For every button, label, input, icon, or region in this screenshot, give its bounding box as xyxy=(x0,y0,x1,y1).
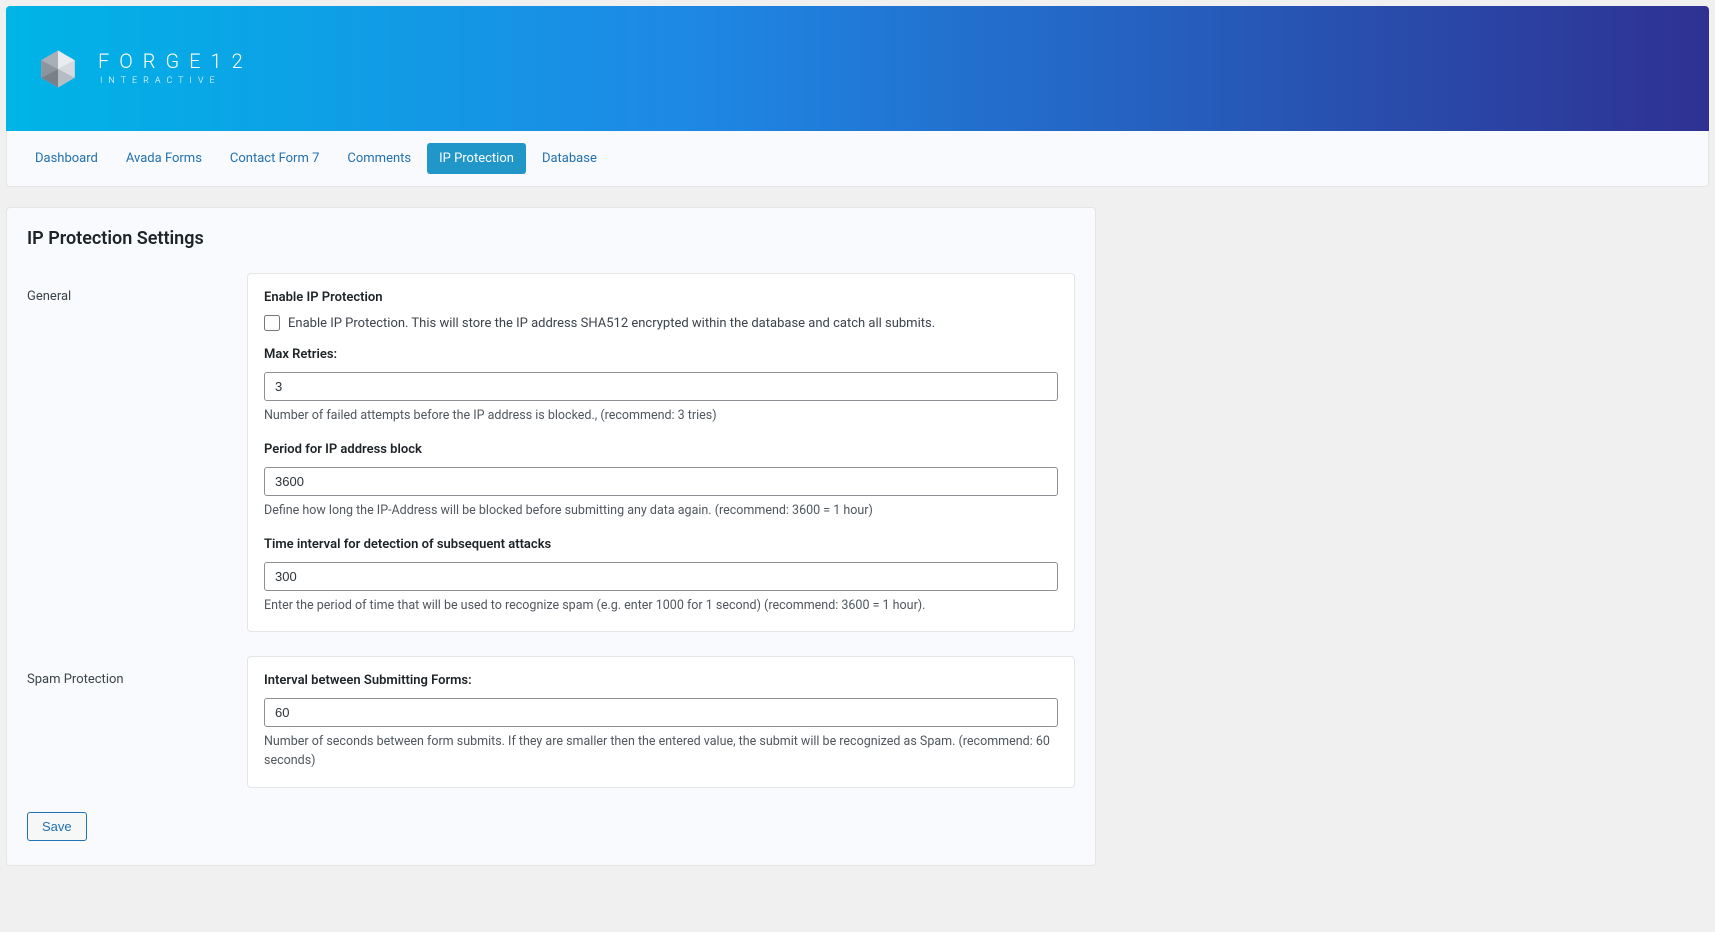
tab-contact-form-7[interactable]: Contact Form 7 xyxy=(218,143,331,174)
page-title: IP Protection Settings xyxy=(27,228,1075,249)
section-spam: Spam Protection Interval between Submitt… xyxy=(27,656,1075,788)
section-general: General Enable IP Protection Enable IP P… xyxy=(27,273,1075,632)
tab-database[interactable]: Database xyxy=(530,143,609,174)
logo-text-main: FORGE12 xyxy=(98,51,253,71)
save-button[interactable]: Save xyxy=(27,812,87,841)
tab-comments[interactable]: Comments xyxy=(335,143,423,174)
max-retries-help: Number of failed attempts before the IP … xyxy=(264,407,1058,426)
enable-ip-desc: Enable IP Protection. This will store th… xyxy=(288,316,935,331)
enable-ip-title: Enable IP Protection xyxy=(264,290,1058,305)
period-input[interactable] xyxy=(264,467,1058,496)
max-retries-input[interactable] xyxy=(264,372,1058,401)
section-spam-label: Spam Protection xyxy=(27,656,247,788)
section-general-label: General xyxy=(27,273,247,632)
tab-dashboard[interactable]: Dashboard xyxy=(23,143,110,174)
enable-ip-checkbox-row[interactable]: Enable IP Protection. This will store th… xyxy=(264,315,1058,331)
logo-icon xyxy=(36,47,80,91)
spam-interval-input[interactable] xyxy=(264,698,1058,727)
tab-avada-forms[interactable]: Avada Forms xyxy=(114,143,214,174)
header-banner: FORGE12 INTERACTIVE xyxy=(6,6,1709,131)
logo: FORGE12 INTERACTIVE xyxy=(36,47,253,91)
settings-panel: IP Protection Settings General Enable IP… xyxy=(6,207,1096,866)
enable-ip-checkbox[interactable] xyxy=(264,315,280,331)
spam-interval-title: Interval between Submitting Forms: xyxy=(264,673,1058,688)
interval-input[interactable] xyxy=(264,562,1058,591)
interval-help: Enter the period of time that will be us… xyxy=(264,597,1058,616)
tabs-bar: Dashboard Avada Forms Contact Form 7 Com… xyxy=(6,131,1709,187)
spam-interval-help: Number of seconds between form submits. … xyxy=(264,733,1058,771)
period-title: Period for IP address block xyxy=(264,442,1058,457)
logo-text-sub: INTERACTIVE xyxy=(100,77,253,86)
interval-title: Time interval for detection of subsequen… xyxy=(264,537,1058,552)
period-help: Define how long the IP-Address will be b… xyxy=(264,502,1058,521)
max-retries-title: Max Retries: xyxy=(264,347,1058,362)
tab-ip-protection[interactable]: IP Protection xyxy=(427,143,526,174)
